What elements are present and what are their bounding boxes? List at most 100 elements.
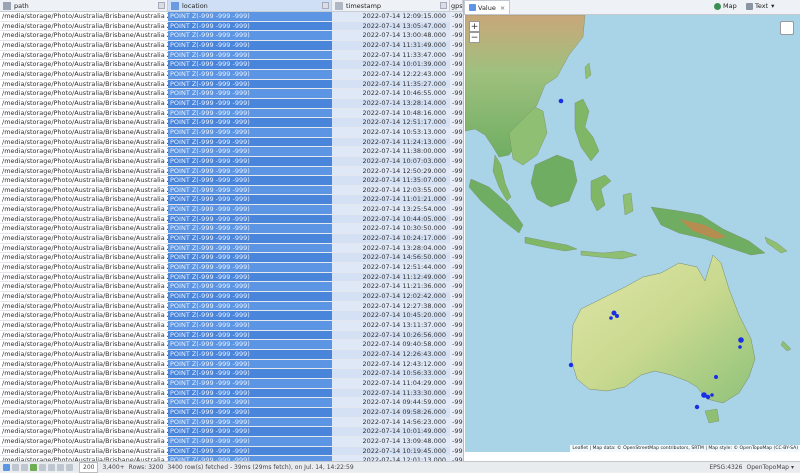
map-view[interactable]: + − Leaflet | Map data: © OpenStreetMap …: [465, 15, 800, 452]
zoom-in-button[interactable]: +: [469, 21, 480, 32]
cell-path[interactable]: /media/storage/Photo/Australia/Brisbane/…: [0, 340, 168, 350]
cell-gps-accuracy[interactable]: -999: [450, 253, 463, 264]
cell-gps-accuracy[interactable]: -999: [450, 407, 463, 418]
tab-text[interactable]: Text ▾: [746, 2, 774, 10]
cell-timestamp[interactable]: 2022-07-14 11:12:49.000: [332, 272, 450, 283]
text-view-icon[interactable]: [12, 463, 19, 471]
cell-location[interactable]: POINT Z(-999 -999 -999): [168, 79, 332, 90]
cell-timestamp[interactable]: 2022-07-14 12:02:42.000: [332, 292, 450, 302]
cell-location[interactable]: POINT Z(-999 -999 -999): [168, 40, 332, 51]
cell-gps-accuracy[interactable]: -999: [450, 205, 463, 215]
table-row[interactable]: /media/storage/Photo/Australia/Brisbane/…: [0, 311, 463, 321]
table-row[interactable]: /media/storage/Photo/Australia/Brisbane/…: [0, 50, 463, 61]
cell-gps-accuracy[interactable]: -999: [450, 156, 463, 167]
table-row[interactable]: /media/storage/Photo/Australia/Brisbane/…: [0, 89, 463, 99]
cell-path[interactable]: /media/storage/Photo/Australia/Brisbane/…: [0, 69, 168, 80]
cell-location[interactable]: POINT Z(-999 -999 -999): [168, 243, 332, 254]
table-row[interactable]: /media/storage/Photo/Australia/Brisbane/…: [0, 282, 463, 293]
filter-icon[interactable]: [21, 463, 28, 471]
cell-location[interactable]: POINT Z(-999 -999 -999): [168, 417, 332, 428]
table-row[interactable]: /media/storage/Photo/Australia/Brisbane/…: [0, 407, 463, 418]
cell-gps-accuracy[interactable]: -999: [450, 340, 463, 350]
cell-path[interactable]: /media/storage/Photo/Australia/Brisbane/…: [0, 349, 168, 360]
cell-timestamp[interactable]: 2022-07-14 11:21:36.000: [332, 282, 450, 293]
cell-timestamp[interactable]: 2022-07-14 10:26:56.000: [332, 330, 450, 341]
cell-timestamp[interactable]: 2022-07-14 13:28:14.000: [332, 98, 450, 109]
cell-path[interactable]: /media/storage/Photo/Australia/Brisbane/…: [0, 369, 168, 379]
cell-path[interactable]: /media/storage/Photo/Australia/Brisbane/…: [0, 166, 168, 177]
cell-path[interactable]: /media/storage/Photo/Australia/Brisbane/…: [0, 321, 168, 331]
table-row[interactable]: /media/storage/Photo/Australia/Brisbane/…: [0, 98, 463, 109]
column-header-location[interactable]: location: [168, 0, 332, 12]
cell-path[interactable]: /media/storage/Photo/Australia/Brisbane/…: [0, 282, 168, 293]
zoom-out-button[interactable]: −: [469, 32, 480, 43]
cell-path[interactable]: /media/storage/Photo/Australia/Brisbane/…: [0, 446, 168, 457]
table-row[interactable]: /media/storage/Photo/Australia/Brisbane/…: [0, 436, 463, 447]
cell-location[interactable]: POINT Z(-999 -999 -999): [168, 272, 332, 283]
chevron-down-icon[interactable]: ▾: [791, 464, 794, 471]
cell-path[interactable]: /media/storage/Photo/Australia/Brisbane/…: [0, 311, 168, 321]
fetch-size-value[interactable]: 200: [83, 464, 94, 471]
cell-gps-accuracy[interactable]: -999: [450, 446, 463, 457]
table-row[interactable]: /media/storage/Photo/Australia/Brisbane/…: [0, 60, 463, 70]
cell-gps-accuracy[interactable]: -999: [450, 272, 463, 283]
cell-path[interactable]: /media/storage/Photo/Australia/Brisbane/…: [0, 185, 168, 196]
cell-timestamp[interactable]: 2022-07-14 12:43:12.000: [332, 359, 450, 370]
cell-path[interactable]: /media/storage/Photo/Australia/Brisbane/…: [0, 253, 168, 264]
cell-path[interactable]: /media/storage/Photo/Australia/Brisbane/…: [0, 118, 168, 128]
cell-gps-accuracy[interactable]: -999: [450, 436, 463, 447]
table-row[interactable]: /media/storage/Photo/Australia/Brisbane/…: [0, 12, 463, 22]
cell-path[interactable]: /media/storage/Photo/Australia/Brisbane/…: [0, 301, 168, 312]
map-canvas[interactable]: [465, 15, 800, 452]
cell-gps-accuracy[interactable]: -999: [450, 311, 463, 321]
cell-timestamp[interactable]: 2022-07-14 10:24:17.000: [332, 234, 450, 244]
table-row[interactable]: /media/storage/Photo/Australia/Brisbane/…: [0, 79, 463, 90]
cell-location[interactable]: POINT Z(-999 -999 -999): [168, 98, 332, 109]
cell-location[interactable]: POINT Z(-999 -999 -999): [168, 340, 332, 350]
cell-gps-accuracy[interactable]: -999: [450, 359, 463, 370]
cell-gps-accuracy[interactable]: -999: [450, 166, 463, 177]
cell-timestamp[interactable]: 2022-07-14 13:05:47.000: [332, 21, 450, 32]
cell-timestamp[interactable]: 2022-07-14 13:11:37.000: [332, 321, 450, 331]
table-row[interactable]: /media/storage/Photo/Australia/Brisbane/…: [0, 301, 463, 312]
table-row[interactable]: /media/storage/Photo/Australia/Brisbane/…: [0, 243, 463, 254]
table-row[interactable]: /media/storage/Photo/Australia/Brisbane/…: [0, 176, 463, 186]
cell-location[interactable]: POINT Z(-999 -999 -999): [168, 108, 332, 119]
cell-location[interactable]: POINT Z(-999 -999 -999): [168, 330, 332, 341]
column-header-timestamp[interactable]: timestamp: [332, 0, 450, 12]
cell-gps-accuracy[interactable]: -999: [450, 69, 463, 80]
table-row[interactable]: /media/storage/Photo/Australia/Brisbane/…: [0, 214, 463, 225]
chevron-down-icon[interactable]: ▾: [771, 2, 774, 10]
cell-gps-accuracy[interactable]: -999: [450, 321, 463, 331]
cell-location[interactable]: POINT Z(-999 -999 -999): [168, 446, 332, 457]
cell-path[interactable]: /media/storage/Photo/Australia/Brisbane/…: [0, 436, 168, 447]
cell-path[interactable]: /media/storage/Photo/Australia/Brisbane/…: [0, 89, 168, 99]
cell-gps-accuracy[interactable]: -999: [450, 214, 463, 225]
cell-timestamp[interactable]: 2022-07-14 12:09:15.000: [332, 12, 450, 22]
cell-gps-accuracy[interactable]: -999: [450, 349, 463, 360]
cell-timestamp[interactable]: 2022-07-14 14:56:23.000: [332, 417, 450, 428]
last-page-icon[interactable]: [66, 463, 73, 471]
cell-timestamp[interactable]: 2022-07-14 12:51:44.000: [332, 263, 450, 273]
close-icon[interactable]: ×: [500, 4, 505, 12]
cell-timestamp[interactable]: 2022-07-14 10:53:13.000: [332, 127, 450, 138]
cell-location[interactable]: POINT Z(-999 -999 -999): [168, 263, 332, 273]
cell-gps-accuracy[interactable]: -999: [450, 118, 463, 128]
cell-timestamp[interactable]: 2022-07-14 09:58:26.000: [332, 407, 450, 418]
cell-gps-accuracy[interactable]: -999: [450, 40, 463, 51]
cell-timestamp[interactable]: 2022-07-14 12:26:43.000: [332, 349, 450, 360]
cell-timestamp[interactable]: 2022-07-14 10:19:45.000: [332, 446, 450, 457]
cell-path[interactable]: /media/storage/Photo/Australia/Brisbane/…: [0, 98, 168, 109]
cell-location[interactable]: POINT Z(-999 -999 -999): [168, 166, 332, 177]
table-row[interactable]: /media/storage/Photo/Australia/Brisbane/…: [0, 263, 463, 273]
cell-path[interactable]: /media/storage/Photo/Australia/Brisbane/…: [0, 243, 168, 254]
cell-gps-accuracy[interactable]: -999: [450, 417, 463, 428]
cell-gps-accuracy[interactable]: -999: [450, 147, 463, 157]
cell-location[interactable]: POINT Z(-999 -999 -999): [168, 185, 332, 196]
cell-location[interactable]: POINT Z(-999 -999 -999): [168, 195, 332, 206]
cell-location[interactable]: POINT Z(-999 -999 -999): [168, 234, 332, 244]
cell-path[interactable]: /media/storage/Photo/Australia/Brisbane/…: [0, 50, 168, 61]
cell-gps-accuracy[interactable]: -999: [450, 185, 463, 196]
table-row[interactable]: /media/storage/Photo/Australia/Brisbane/…: [0, 340, 463, 350]
fetch-size[interactable]: 200: [79, 461, 99, 473]
